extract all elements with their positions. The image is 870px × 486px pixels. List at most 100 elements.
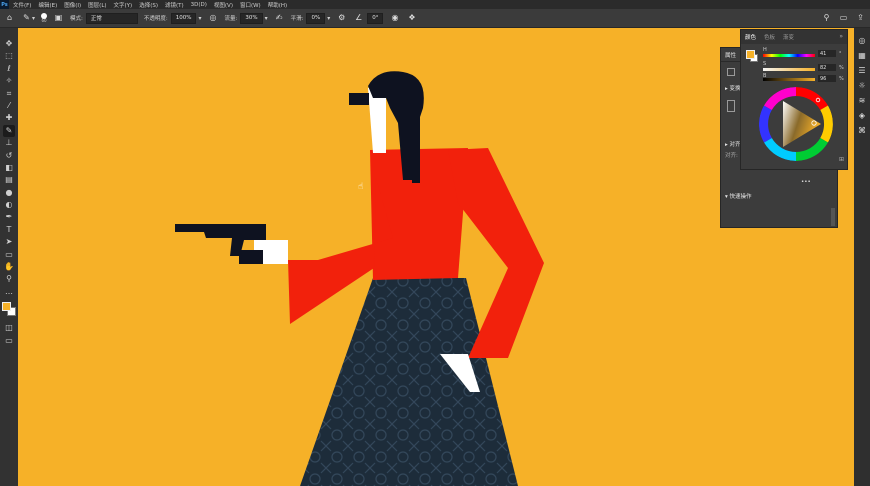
type-icon[interactable]: T (3, 224, 15, 236)
brush-size-value: 60 (41, 18, 47, 23)
history-brush-icon[interactable]: ↺ (3, 150, 15, 162)
screen-mode-icon[interactable]: ▭ (3, 335, 15, 347)
layer-thumb-icon (727, 68, 735, 76)
marquee-icon[interactable]: ⬚ (3, 50, 15, 62)
h-unit: ° (839, 51, 842, 57)
menu-bar: Ps 文件(F) 编辑(E) 图像(I) 图层(L) 文字(Y) 选择(S) 滤… (0, 0, 870, 9)
workspace-icon[interactable]: ▭ (838, 12, 849, 23)
menu-view[interactable]: 视图(V) (214, 1, 233, 9)
channels-panel-icon[interactable]: ◈ (854, 109, 870, 123)
panel-fg-swatch[interactable] (746, 50, 755, 59)
crop-icon[interactable]: ⌗ (3, 88, 15, 100)
dodge-icon[interactable]: ◐ (3, 199, 15, 211)
mode-label: 模式: (70, 16, 83, 22)
hue-slider[interactable] (763, 54, 815, 57)
pressure-opacity-icon[interactable]: ◎ (207, 13, 218, 24)
symmetry-icon[interactable]: ❖ (406, 13, 417, 24)
pressure-size-icon[interactable]: ◉ (389, 13, 400, 24)
b-value[interactable]: 96 (818, 75, 836, 82)
panel-collapse-icon[interactable]: » (839, 33, 843, 40)
quick-select-icon[interactable]: ✧ (3, 75, 15, 87)
stamp-icon[interactable]: ⊥ (3, 137, 15, 149)
menu-select[interactable]: 选择(S) (139, 1, 158, 9)
align-label: 对齐 (729, 142, 741, 148)
s-label: S (763, 61, 767, 67)
opacity-field[interactable]: 100% (170, 12, 197, 24)
b-unit: % (839, 76, 844, 82)
menu-help[interactable]: 帮助(H) (268, 1, 287, 9)
smoothing-label: 平滑: (290, 16, 304, 22)
color-triangle (783, 101, 821, 147)
tab-swatches[interactable]: 色板 (764, 33, 775, 41)
options-bar: ⌂ ✎ ▾ 60 ▣ 模式: 正常 不透明度: 100% ▾ ◎ 流量: 30% … (0, 9, 870, 28)
eraser-icon[interactable]: ◧ (3, 162, 15, 174)
lasso-icon[interactable]: ℓ (3, 63, 15, 75)
angle-icon: ∠ (355, 13, 363, 22)
brightness-slider[interactable] (763, 78, 815, 81)
menu-layer[interactable]: 图层(L) (88, 1, 106, 9)
brush-preset-picker[interactable]: 60 (41, 13, 48, 23)
tab-color[interactable]: 颜色 (745, 33, 756, 41)
transform-section[interactable]: ▸ 变换 (725, 84, 741, 92)
smoothing-field[interactable]: 0% (306, 12, 326, 24)
angle-field[interactable]: 0° (367, 12, 384, 24)
hand-icon[interactable]: ✋ (3, 261, 15, 273)
mode-dropdown[interactable]: 正常 (85, 12, 138, 24)
quick-actions-section[interactable]: ▾ 快速操作 (725, 192, 752, 200)
menu-3d[interactable]: 3D(D) (191, 2, 207, 8)
blur-icon[interactable]: ● (3, 187, 15, 199)
color-wheel[interactable] (759, 87, 833, 161)
more-button[interactable]: ••• (801, 179, 811, 185)
menu-edit[interactable]: 编辑(E) (38, 1, 57, 9)
menu-file[interactable]: 文件(F) (13, 1, 31, 9)
more-tools-icon[interactable]: … (3, 286, 15, 298)
menu-type[interactable]: 文字(Y) (114, 1, 133, 9)
scrollbar[interactable] (831, 208, 835, 226)
brush-tool-icon[interactable]: ✎ (21, 13, 32, 24)
quick-mask-icon[interactable]: ◫ (3, 322, 15, 334)
align-section[interactable]: ▸ 对齐 (725, 140, 741, 148)
color-swatches[interactable] (2, 302, 16, 317)
airbrush-icon[interactable]: ✍ (274, 13, 285, 24)
shape-icon[interactable]: ▭ (3, 249, 15, 261)
tab-gradients[interactable]: 渐变 (783, 33, 794, 41)
adjustments-panel-icon[interactable]: ☼ (854, 79, 870, 93)
mode-value: 正常 (90, 16, 102, 22)
menu-window[interactable]: 窗口(W) (240, 1, 261, 9)
color-panel-icon[interactable]: ◎ (854, 34, 870, 48)
home-icon[interactable]: ⌂ (4, 13, 15, 24)
menu-filter[interactable]: 滤镜(T) (165, 1, 184, 9)
tools-panel: ✥ ⬚ ℓ ✧ ⌗ ⁄ ✚ ✎ ⊥ ↺ ◧ ▤ ● ◐ ✒ T ➤ ▭ ✋ ⚲ … (0, 28, 18, 486)
healing-icon[interactable]: ✚ (3, 112, 15, 124)
pen-icon[interactable]: ✒ (3, 211, 15, 223)
flow-field[interactable]: 30% (240, 12, 263, 24)
menu-image[interactable]: 图像(I) (64, 1, 81, 9)
h-value[interactable]: 41 (818, 50, 836, 57)
foreground-color-swatch[interactable] (2, 302, 11, 312)
paths-panel-icon[interactable]: ⌘ (854, 124, 870, 138)
move-icon[interactable]: ✥ (3, 38, 15, 50)
zoom-icon[interactable]: ⚲ (3, 273, 15, 285)
brush-icon[interactable]: ✎ (3, 124, 15, 137)
smoothing-options-icon[interactable]: ⚙ (336, 13, 347, 24)
panel-options-icon[interactable]: ⊞ (839, 156, 844, 163)
angle-value: 0° (372, 15, 379, 21)
s-value[interactable]: 82 (818, 64, 836, 71)
gradient-icon[interactable]: ▤ (3, 174, 15, 186)
panel-dock: ◎ ▦ ☰ ☼ ≋ ◈ ⌘ (854, 28, 870, 486)
path-select-icon[interactable]: ➤ (3, 236, 15, 248)
eyedropper-icon[interactable]: ⁄ (3, 100, 15, 112)
app-logo: Ps (0, 0, 9, 9)
search-icon[interactable]: ⚲ (821, 12, 832, 23)
brush-settings-icon[interactable]: ▣ (53, 13, 64, 24)
h-label: H (763, 47, 767, 53)
properties-panel-icon[interactable]: ☰ (854, 64, 870, 78)
flow-value: 30% (245, 15, 258, 21)
swatches-panel-icon[interactable]: ▦ (854, 49, 870, 63)
glove-shape (239, 250, 263, 264)
link-icon[interactable] (727, 100, 735, 112)
saturation-slider[interactable] (763, 68, 815, 71)
share-icon[interactable]: ⇪ (855, 12, 866, 23)
layers-panel-icon[interactable]: ≋ (854, 94, 870, 108)
opacity-value: 100% (175, 15, 192, 21)
